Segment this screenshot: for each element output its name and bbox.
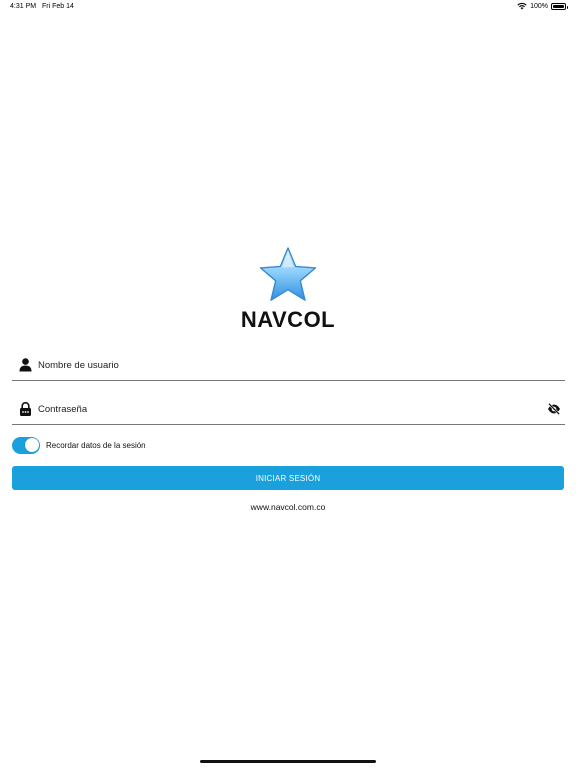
password-input[interactable]	[38, 400, 518, 418]
status-date: Fri Feb 14	[42, 3, 74, 10]
person-icon	[19, 358, 32, 372]
remember-session: Recordar datos de la sesión	[12, 436, 146, 454]
battery-percent: 100%	[530, 2, 548, 10]
status-time: 4:31 PM	[10, 3, 37, 10]
username-field	[12, 351, 565, 381]
wifi-icon	[517, 3, 527, 10]
eye-off-icon[interactable]	[547, 403, 561, 415]
toggle-knob	[24, 438, 39, 452]
battery-fill	[553, 4, 564, 8]
username-input[interactable]	[38, 356, 518, 374]
login-button[interactable]: INICIAR SESIÓN	[12, 466, 564, 490]
app-title: NAVCOL	[240, 307, 336, 332]
home-indicator[interactable]	[200, 760, 376, 763]
remember-label: Recordar datos de la sesión	[46, 440, 146, 450]
lock-icon	[20, 402, 31, 416]
star-icon	[259, 247, 317, 301]
website-link[interactable]: www.navcol.com.co	[0, 502, 576, 512]
status-bar: 4:31 PM Fri Feb 14 100%	[0, 0, 576, 14]
status-indicators: 100%	[517, 2, 568, 10]
remember-toggle[interactable]	[12, 436, 40, 454]
battery-icon	[551, 2, 568, 10]
password-field	[12, 395, 565, 425]
